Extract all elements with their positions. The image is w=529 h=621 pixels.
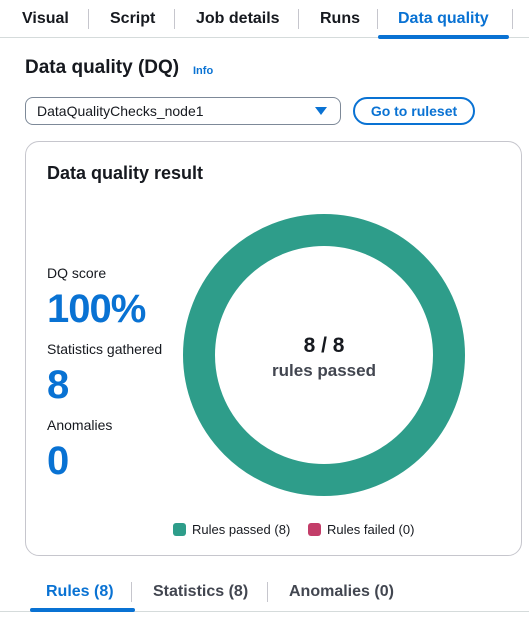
tab-visual[interactable]: Visual — [22, 0, 69, 38]
legend-label-failed: Rules failed (0) — [327, 522, 415, 537]
tab-divider — [267, 582, 268, 602]
anomalies-value: 0 — [47, 439, 69, 483]
anomalies-label: Anomalies — [47, 417, 113, 433]
info-link[interactable]: Info — [193, 65, 213, 77]
node-select-value: DataQualityChecks_node1 — [37, 103, 204, 119]
tab-rules-label: Rules (8) — [46, 583, 114, 600]
tab-divider — [298, 9, 299, 29]
tab-rules[interactable]: Rules (8) — [30, 574, 135, 612]
legend-label-passed: Rules passed (8) — [192, 522, 291, 537]
tab-divider — [131, 582, 132, 602]
tab-runs[interactable]: Runs — [320, 0, 360, 38]
caret-down-icon — [315, 107, 327, 115]
statistics-label: Statistics gathered — [47, 341, 163, 357]
tab-divider — [88, 9, 89, 29]
active-tab-indicator — [378, 35, 509, 39]
tab-anomalies[interactable]: Anomalies (0) — [289, 574, 394, 610]
tab-divider — [377, 9, 378, 29]
tab-job-details[interactable]: Job details — [196, 0, 280, 38]
statistics-value: 8 — [47, 363, 69, 407]
donut-center-label: rules passed — [272, 361, 376, 380]
tab-divider — [512, 9, 513, 29]
go-to-ruleset-button[interactable]: Go to ruleset — [353, 97, 475, 125]
tab-data-quality[interactable]: Data quality — [378, 0, 509, 39]
legend-swatch-passed — [173, 523, 186, 536]
page-title: Data quality (DQ) — [25, 57, 180, 78]
legend-item-failed: Rules failed (0) — [308, 522, 414, 537]
top-tab-bar: Visual Script Job details Runs Data qual… — [0, 0, 529, 39]
bottom-tab-bar: Rules (8) Statistics (8) Anomalies (0) — [0, 574, 529, 612]
tab-divider — [174, 9, 175, 29]
dq-result-card: Data quality result DQ score 100% Statis… — [25, 141, 522, 556]
dq-score-value: 100% — [47, 287, 146, 331]
legend-swatch-failed — [308, 523, 321, 536]
card-title: Data quality result — [47, 163, 204, 183]
node-select[interactable]: DataQualityChecks_node1 — [25, 97, 341, 125]
tab-data-quality-label: Data quality — [398, 10, 489, 27]
active-tab-indicator — [30, 608, 135, 612]
donut-center-value: 8 / 8 — [303, 334, 345, 357]
dq-score-label: DQ score — [47, 265, 107, 281]
tab-statistics[interactable]: Statistics (8) — [153, 574, 248, 610]
legend-item-passed: Rules passed (8) — [173, 522, 290, 537]
tab-script[interactable]: Script — [110, 0, 155, 38]
